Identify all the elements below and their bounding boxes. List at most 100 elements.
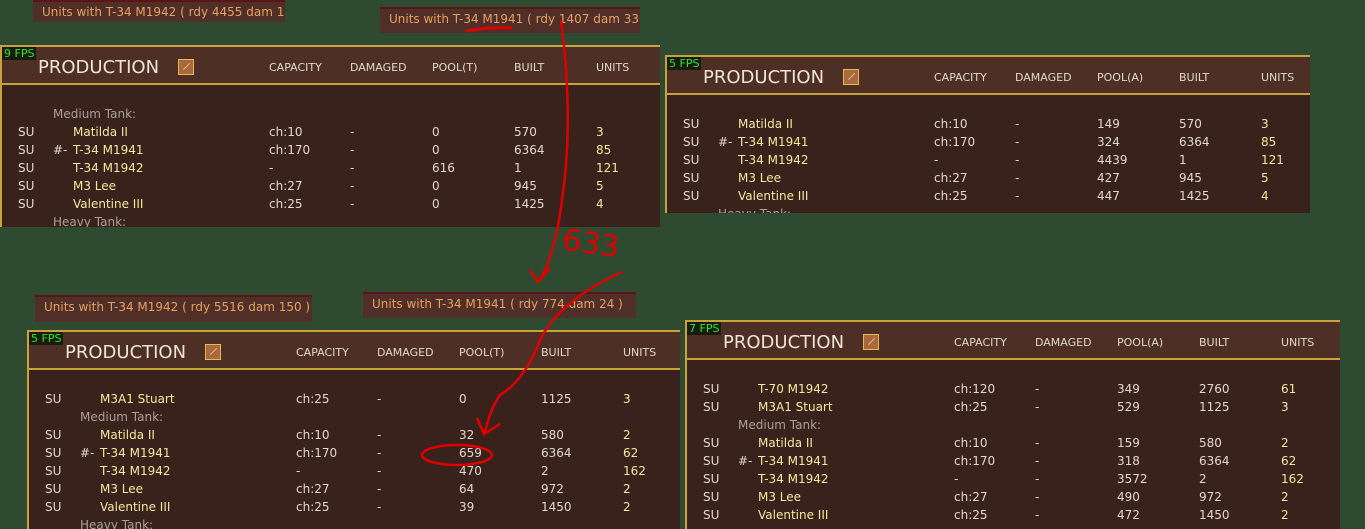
cell-su: SU bbox=[683, 117, 700, 131]
cell-name: Matilda II bbox=[73, 125, 128, 139]
cell-name: Matilda II bbox=[738, 117, 793, 131]
cell-built: 1425 bbox=[1179, 189, 1210, 203]
table-row[interactable]: SU T-34 M1942 - - 4439 1 121 bbox=[667, 151, 1310, 169]
cell-built: 6364 bbox=[1179, 135, 1210, 149]
column-header-pool[interactable]: POOL(A) bbox=[1117, 336, 1163, 349]
column-header-units[interactable]: UNITS bbox=[1261, 71, 1294, 84]
section-label-text: Heavy Tank: bbox=[53, 215, 127, 227]
cell-name: M3 Lee bbox=[73, 179, 117, 193]
cell-name: M3 Lee bbox=[758, 490, 802, 504]
column-header-pool[interactable]: POOL(A) bbox=[1097, 71, 1143, 84]
column-header-built[interactable]: BUILT bbox=[1179, 71, 1209, 84]
column-header-dam[interactable]: DAMAGED bbox=[1015, 71, 1072, 84]
cell-su: SU bbox=[683, 153, 700, 167]
cell-units: 162 bbox=[1281, 472, 1304, 486]
cell-built: 1425 bbox=[514, 197, 545, 211]
cell-dam: - bbox=[350, 179, 355, 193]
table-row[interactable]: SU M3 Lee ch:27 - 64 972 2 bbox=[29, 480, 680, 498]
column-header-units[interactable]: UNITS bbox=[1281, 336, 1314, 349]
table-row[interactable]: SU M3A1 Stuart ch:25 - 529 1125 3 bbox=[687, 398, 1340, 416]
table-row[interactable]: SU Matilda II ch:10 - 149 570 3 bbox=[667, 115, 1310, 133]
cell-dam: - bbox=[1035, 400, 1040, 414]
column-header-units[interactable]: UNITS bbox=[596, 61, 629, 74]
table-row[interactable]: SU Valentine III ch:25 - 0 1425 4 bbox=[2, 195, 660, 213]
cell-built: 945 bbox=[1179, 171, 1202, 185]
cell-units: 2 bbox=[623, 500, 631, 514]
production-list: SU M3A1 Stuart ch:25 - 0 1125 3 Medium Tank: SU M… bbox=[29, 370, 680, 529]
table-row[interactable]: SU Valentine III ch:25 - 39 1450 2 bbox=[29, 498, 680, 516]
production-panel: 5 FPS PRODUCTION CAPACITY DAMAGED POOL(T) BUI… bbox=[27, 330, 680, 529]
table-row[interactable]: SU T-34 M1942 - - 616 1 121 bbox=[2, 159, 660, 177]
cell-cap: ch:27 bbox=[934, 171, 968, 185]
cell-name: Matilda II bbox=[100, 428, 155, 442]
table-row[interactable]: SU T-70 M1942 ch:120 - 349 2760 61 bbox=[687, 380, 1340, 398]
cell-units: 5 bbox=[596, 179, 604, 193]
column-header-dam[interactable]: DAMAGED bbox=[377, 346, 434, 359]
column-header-units[interactable]: UNITS bbox=[623, 346, 656, 359]
cell-units: 3 bbox=[623, 392, 631, 406]
cell-pool: 64 bbox=[459, 482, 475, 496]
column-header-cap[interactable]: CAPACITY bbox=[296, 346, 349, 359]
table-row[interactable]: SU M3 Lee ch:27 - 427 945 5 bbox=[667, 169, 1310, 187]
table-row[interactable]: SU T-34 M1942 - - 3572 2 162 bbox=[687, 470, 1340, 488]
section-label: Heavy Tank: bbox=[667, 205, 1310, 213]
column-header-built[interactable]: BUILT bbox=[1199, 336, 1229, 349]
cell-built: 1 bbox=[514, 161, 522, 175]
section-label-text: Medium Tank: bbox=[80, 410, 164, 424]
table-row[interactable]: SU #- T-34 M1941 ch:170 - 318 6364 62 bbox=[687, 452, 1340, 470]
cell-su: SU bbox=[18, 179, 35, 193]
table-row[interactable]: SU Valentine III ch:25 - 472 1450 2 bbox=[687, 506, 1340, 524]
cell-built: 972 bbox=[541, 482, 564, 496]
graph-icon[interactable] bbox=[205, 344, 221, 360]
panel-title: PRODUCTION bbox=[703, 67, 825, 88]
table-row[interactable]: SU Matilda II ch:10 - 0 570 3 bbox=[2, 123, 660, 141]
column-header-cap[interactable]: CAPACITY bbox=[269, 61, 322, 74]
cell-dam: - bbox=[350, 143, 355, 157]
column-header-built[interactable]: BUILT bbox=[514, 61, 544, 74]
cell-built: 1125 bbox=[1199, 400, 1230, 414]
column-header-cap[interactable]: CAPACITY bbox=[934, 71, 987, 84]
graph-icon[interactable] bbox=[863, 334, 879, 350]
table-row[interactable]: SU M3 Lee ch:27 - 490 972 2 bbox=[687, 488, 1340, 506]
cell-built: 1450 bbox=[541, 500, 572, 514]
table-row[interactable]: SU M3 Lee ch:27 - 0 945 5 bbox=[2, 177, 660, 195]
column-header-pool[interactable]: POOL(T) bbox=[432, 61, 477, 74]
column-header-built[interactable]: BUILT bbox=[541, 346, 571, 359]
column-header-dam[interactable]: DAMAGED bbox=[1035, 336, 1092, 349]
table-row[interactable]: SU #- T-34 M1941 ch:170 - 324 6364 85 bbox=[667, 133, 1310, 151]
cell-name: Valentine III bbox=[738, 189, 809, 203]
graph-icon[interactable] bbox=[178, 59, 194, 75]
graph-icon[interactable] bbox=[843, 69, 859, 85]
table-row[interactable]: SU T-34 M1942 - - 470 2 162 bbox=[29, 462, 680, 480]
cell-dam: - bbox=[377, 464, 382, 478]
annotation-text: 633 bbox=[560, 223, 622, 266]
table-row[interactable]: SU #- T-34 M1941 ch:170 - 659 6364 62 bbox=[29, 444, 680, 462]
cell-su: SU bbox=[18, 161, 35, 175]
cell-units: 3 bbox=[1281, 400, 1289, 414]
column-header-dam[interactable]: DAMAGED bbox=[350, 61, 407, 74]
cell-name: M3A1 Stuart bbox=[100, 392, 175, 406]
cell-units: 162 bbox=[623, 464, 646, 478]
cell-cap: ch:25 bbox=[954, 400, 988, 414]
table-row[interactable]: SU Matilda II ch:10 - 159 580 2 bbox=[687, 434, 1340, 452]
table-row[interactable]: SU Matilda II ch:10 - 32 580 2 bbox=[29, 426, 680, 444]
cell-dam: - bbox=[377, 428, 382, 442]
cell-dam: - bbox=[1015, 189, 1020, 203]
fps-counter: 7 FPS bbox=[687, 322, 722, 335]
column-header-pool[interactable]: POOL(T) bbox=[459, 346, 504, 359]
cell-dam: - bbox=[1035, 454, 1040, 468]
table-row[interactable]: SU M3A1 Stuart ch:25 - 0 1125 3 bbox=[29, 390, 680, 408]
cell-su: SU bbox=[18, 197, 35, 211]
table-row[interactable]: SU Valentine III ch:25 - 447 1425 4 bbox=[667, 187, 1310, 205]
section-label: Heavy Tank: bbox=[29, 516, 680, 529]
cell-pool: 0 bbox=[432, 197, 440, 211]
cell-pool: 39 bbox=[459, 500, 475, 514]
cell-name: T-34 M1941 bbox=[738, 135, 809, 149]
cell-name: M3 Lee bbox=[100, 482, 144, 496]
cell-cap: ch:170 bbox=[954, 454, 996, 468]
production-panel: 5 FPS PRODUCTION CAPACITY DAMAGED POOL(A) BUI… bbox=[665, 55, 1310, 213]
column-header-cap[interactable]: CAPACITY bbox=[954, 336, 1007, 349]
table-row[interactable]: SU #- T-34 M1941 ch:170 - 0 6364 85 bbox=[2, 141, 660, 159]
cell-su: SU bbox=[18, 125, 35, 139]
cell-su: SU bbox=[703, 382, 720, 396]
